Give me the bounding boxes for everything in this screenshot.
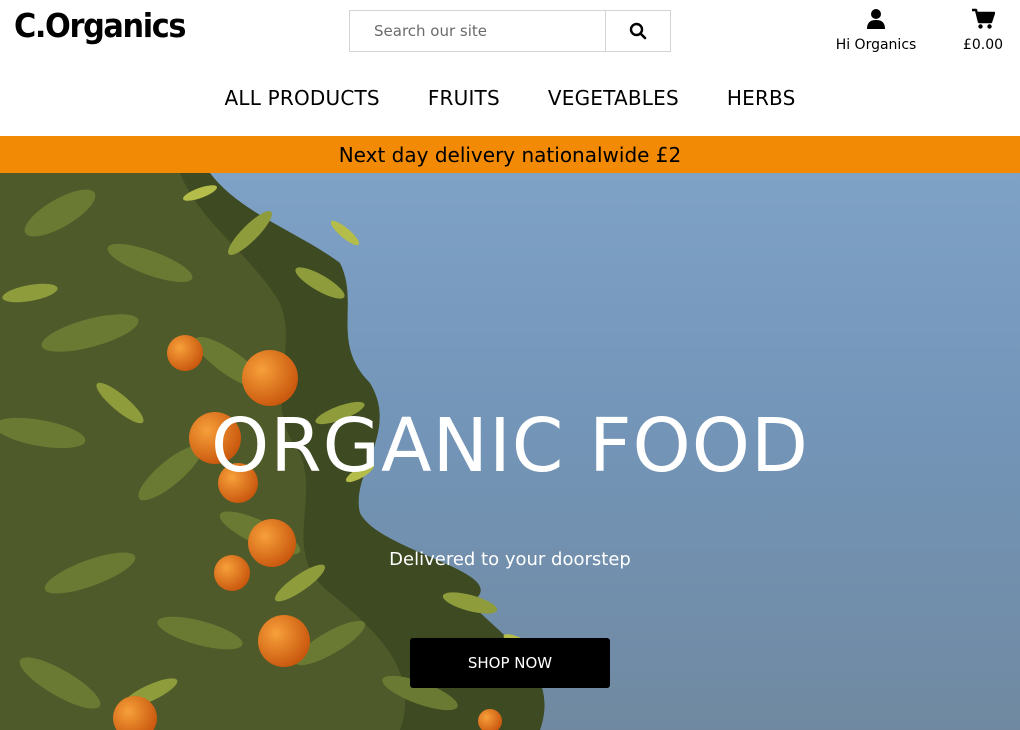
hero-subtitle: Delivered to your doorstep: [389, 549, 631, 570]
cart-link[interactable]: £0.00: [952, 8, 1014, 53]
shop-now-button[interactable]: SHOP NOW: [410, 638, 610, 688]
cart-icon: [972, 8, 996, 29]
main-nav: ALL PRODUCTS FRUITS VEGETABLES HERBS: [0, 86, 1020, 116]
user-icon: [867, 9, 885, 29]
search-button[interactable]: [605, 11, 670, 51]
account-link[interactable]: Hi Organics: [826, 8, 926, 53]
delivery-banner: Next day delivery nationalwide £2: [0, 136, 1020, 173]
account-label: Hi Organics: [835, 37, 917, 53]
nav-item-all-products[interactable]: ALL PRODUCTS: [224, 86, 379, 116]
site-logo[interactable]: C.Organics: [14, 6, 186, 45]
nav-item-vegetables[interactable]: VEGETABLES: [548, 86, 679, 116]
hero-title: ORGANIC FOOD: [210, 403, 810, 489]
hero-section: ORGANIC FOOD Delivered to your doorstep …: [0, 173, 1020, 730]
search-form: [349, 10, 671, 52]
search-icon: [629, 22, 647, 40]
search-input[interactable]: [350, 11, 605, 51]
site-header: C.Organics Hi Organics £0.00 ALL PRODUCT…: [0, 0, 1020, 136]
cart-total: £0.00: [962, 37, 1004, 53]
nav-item-herbs[interactable]: HERBS: [727, 86, 796, 116]
nav-item-fruits[interactable]: FRUITS: [428, 86, 500, 116]
